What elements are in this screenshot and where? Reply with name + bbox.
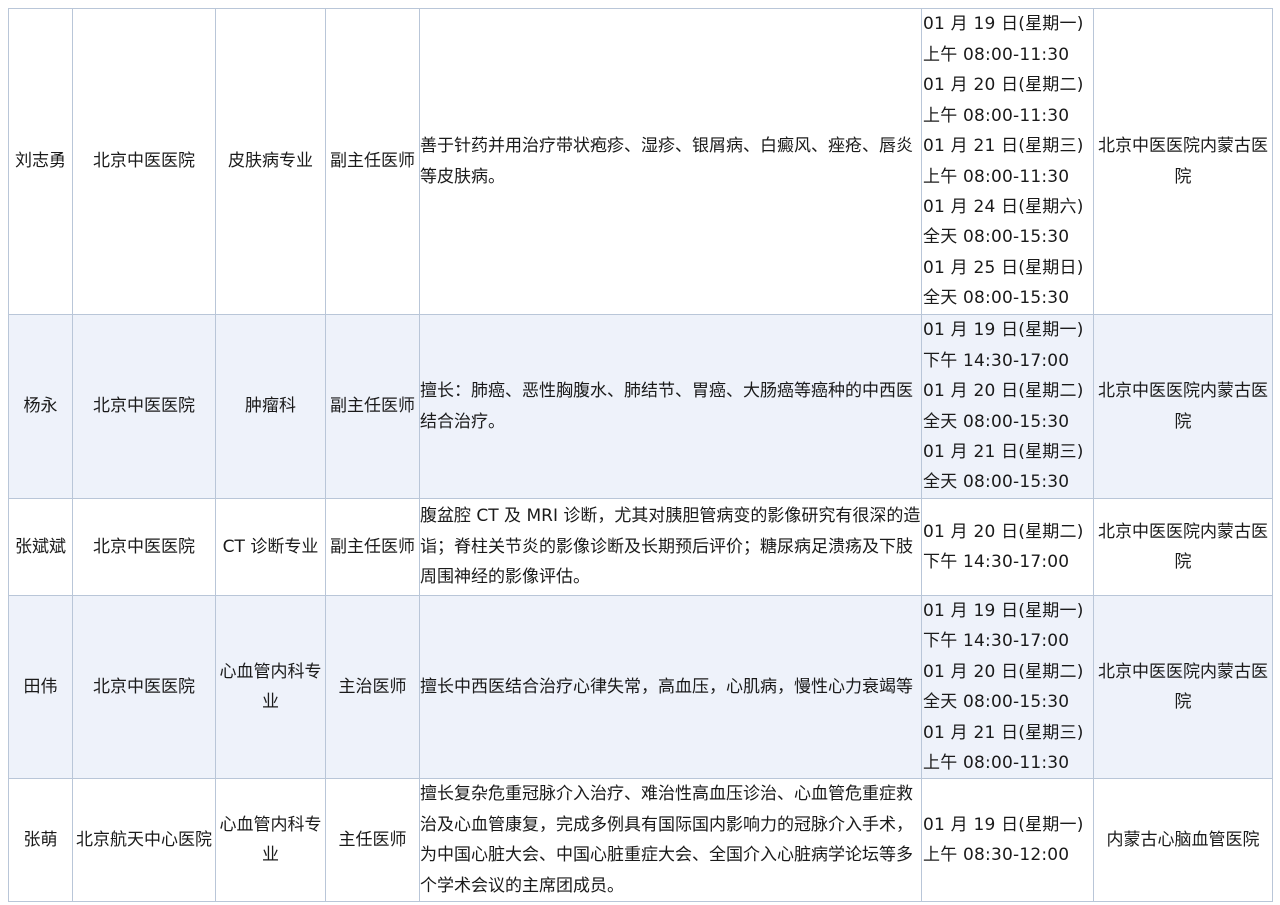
location-cell: 北京中医医院内蒙古医院 (1093, 8, 1273, 315)
schedule-cell: 01 月 19 日(星期一) 上午 08:00-11:30 01 月 20 日(… (921, 8, 1094, 315)
department-cell: 肿瘤科 (215, 314, 326, 499)
doctor-name-cell: 刘志勇 (8, 8, 73, 315)
location-cell: 北京中医医院内蒙古医院 (1093, 314, 1273, 499)
specialty-cell: 擅长：肺癌、恶性胸腹水、肺结节、胃癌、大肠癌等癌种的中西医结合治疗。 (419, 314, 922, 499)
table-row: 田伟 北京中医医院 心血管内科专业 主治医师 擅长中西医结合治疗心律失常，高血压… (8, 594, 1273, 780)
doctor-name-cell: 杨永 (8, 314, 73, 499)
doctor-name-cell: 张斌斌 (8, 498, 73, 596)
schedule-time: 全天 08:00-15:30 (923, 227, 1070, 248)
hospital-cell: 北京中医医院 (72, 314, 216, 499)
department-cell: 心血管内科专业 (215, 594, 326, 780)
table-row: 张斌斌 北京中医医院 CT 诊断专业 副主任医师 腹盆腔 CT 及 MRI 诊断… (8, 498, 1273, 596)
schedule-date: 01 月 19 日(星期一) (923, 320, 1084, 341)
schedule-date: 01 月 20 日(星期二) (923, 75, 1084, 96)
schedule-cell: 01 月 19 日(星期一) 下午 14:30-17:00 01 月 20 日(… (921, 314, 1094, 499)
table-body: 刘志勇 北京中医医院 皮肤病专业 副主任医师 善于针药并用治疗带状疱疹、湿疹、银… (8, 8, 1273, 903)
schedule-date: 01 月 21 日(星期三) (923, 722, 1084, 743)
schedule-time: 下午 14:30-17:00 (923, 631, 1070, 652)
hospital-cell: 北京航天中心医院 (72, 778, 216, 903)
schedule-date: 01 月 20 日(星期二) (923, 381, 1084, 402)
schedule-cell: 01 月 20 日(星期二) 下午 14:30-17:00 (921, 498, 1094, 596)
schedule-time: 上午 08:30-12:00 (923, 845, 1070, 866)
schedule-time: 上午 08:00-11:30 (923, 44, 1070, 65)
table-row: 杨永 北京中医医院 肿瘤科 副主任医师 擅长：肺癌、恶性胸腹水、肺结节、胃癌、大… (8, 314, 1273, 499)
schedule-time: 上午 08:00-11:30 (923, 105, 1070, 126)
department-cell: 皮肤病专业 (215, 8, 326, 315)
schedule-cell: 01 月 19 日(星期一) 上午 08:30-12:00 (921, 778, 1094, 903)
schedule-time: 下午 14:30-17:00 (923, 350, 1070, 371)
doctor-schedule-table: 刘志勇 北京中医医院 皮肤病专业 副主任医师 善于针药并用治疗带状疱疹、湿疹、银… (8, 8, 1273, 903)
specialty-cell: 擅长复杂危重冠脉介入治疗、难治性高血压诊治、心血管危重症救治及心血管康复，完成多… (419, 778, 922, 903)
title-cell: 主治医师 (325, 594, 420, 780)
schedule-date: 01 月 19 日(星期一) (923, 601, 1084, 621)
schedule-date: 01 月 19 日(星期一) (923, 814, 1084, 835)
specialty-cell: 腹盆腔 CT 及 MRI 诊断，尤其对胰胆管病变的影像研究有很深的造诣；脊柱关节… (419, 498, 922, 596)
department-cell: 心血管内科专业 (215, 778, 326, 903)
schedule-time: 下午 14:30-17:00 (923, 552, 1070, 572)
table-row: 刘志勇 北京中医医院 皮肤病专业 副主任医师 善于针药并用治疗带状疱疹、湿疹、银… (8, 8, 1273, 315)
schedule-date: 01 月 25 日(星期日) (923, 257, 1084, 278)
schedule-date: 01 月 19 日(星期一) (923, 14, 1084, 35)
schedule-date: 01 月 21 日(星期三) (923, 136, 1084, 157)
schedule-time: 上午 08:00-11:30 (923, 166, 1070, 187)
doctor-schedule-table-frame: 刘志勇 北京中医医院 皮肤病专业 副主任医师 善于针药并用治疗带状疱疹、湿疹、银… (8, 8, 1273, 903)
schedule-date: 01 月 20 日(星期二) (923, 521, 1084, 542)
schedule-time: 全天 08:00-15:30 (923, 411, 1070, 432)
doctor-name-cell: 张萌 (8, 778, 73, 903)
title-cell: 主任医师 (325, 778, 420, 903)
hospital-cell: 北京中医医院 (72, 8, 216, 315)
hospital-cell: 北京中医医院 (72, 594, 216, 780)
department-cell: CT 诊断专业 (215, 498, 326, 596)
schedule-date: 01 月 20 日(星期二) (923, 661, 1084, 682)
location-cell: 内蒙古心脑血管医院 (1093, 778, 1273, 903)
schedule-date: 01 月 21 日(星期三) (923, 441, 1084, 462)
schedule-cell: 01 月 19 日(星期一) 下午 14:30-17:00 01 月 20 日(… (921, 594, 1094, 780)
hospital-cell: 北京中医医院 (72, 498, 216, 596)
schedule-time: 全天 08:00-15:30 (923, 692, 1070, 713)
specialty-cell: 擅长中西医结合治疗心律失常，高血压，心肌病，慢性心力衰竭等 (419, 594, 922, 780)
title-cell: 副主任医师 (325, 498, 420, 596)
doctor-name-cell: 田伟 (8, 594, 73, 780)
schedule-date: 01 月 24 日(星期六) (923, 196, 1084, 217)
location-cell: 北京中医医院内蒙古医院 (1093, 498, 1273, 596)
title-cell: 副主任医师 (325, 314, 420, 499)
schedule-time: 全天 08:00-15:30 (923, 288, 1070, 309)
location-cell: 北京中医医院内蒙古医院 (1093, 594, 1273, 780)
title-cell: 副主任医师 (325, 8, 420, 315)
schedule-time: 全天 08:00-15:30 (923, 472, 1070, 493)
specialty-cell: 善于针药并用治疗带状疱疹、湿疹、银屑病、白癜风、痤疮、唇炎等皮肤病。 (419, 8, 922, 315)
table-row: 张萌 北京航天中心医院 心血管内科专业 主任医师 擅长复杂危重冠脉介入治疗、难治… (8, 778, 1273, 903)
schedule-time: 上午 08:00-11:30 (923, 753, 1070, 774)
